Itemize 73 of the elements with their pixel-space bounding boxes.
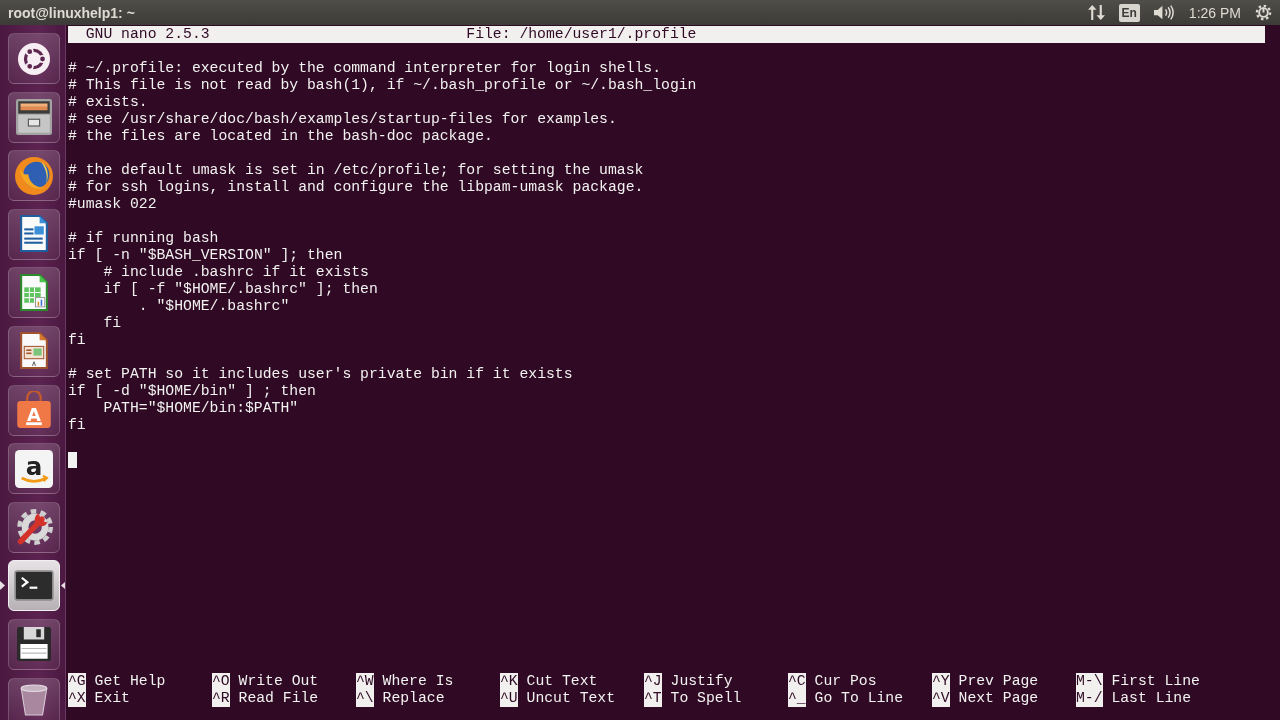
launcher-button[interactable]: a bbox=[8, 443, 60, 495]
shortcut-key: ^C bbox=[788, 673, 806, 690]
code-line: if [ -n "$BASH_VERSION" ]; then bbox=[68, 247, 343, 264]
shortcut-label: Cut Text bbox=[526, 673, 598, 690]
settings-icon[interactable] bbox=[1255, 4, 1272, 21]
code-line: # the default umask is set in /etc/profile; for setting the umask bbox=[68, 162, 644, 179]
code-line: # set PATH so it includes user's private bin if it exists bbox=[68, 366, 573, 383]
shortcut-key: ^K bbox=[500, 673, 518, 690]
text-cursor bbox=[68, 452, 77, 468]
shortcut-label: To Spell bbox=[670, 690, 742, 707]
code-line: if [ -d "$HOME/bin" ] ; then bbox=[68, 383, 316, 400]
up-down-arrows-icon[interactable] bbox=[1087, 5, 1105, 20]
code-line: fi bbox=[103, 315, 122, 332]
code-line: if [ -f "$HOME/.bashrc" ]; then bbox=[103, 281, 378, 298]
window-title: root@linuxhelp1: ~ bbox=[7, 4, 135, 21]
ring-logo-icon bbox=[18, 42, 50, 75]
gear-wrench-icon bbox=[15, 508, 53, 547]
code-line: #umask 022 bbox=[68, 196, 157, 213]
code-line: # include .bashrc if it exists bbox=[103, 264, 369, 281]
shortcut-key: ^R bbox=[212, 690, 230, 707]
shortcut-key: ^Y bbox=[932, 673, 950, 690]
shortcut-label: Prev Page bbox=[958, 673, 1039, 690]
trash-bin-icon bbox=[19, 683, 49, 716]
spreadsheet-icon bbox=[19, 273, 49, 312]
code-line: # for ssh logins, install and configure the libpam-umask package. bbox=[68, 179, 644, 196]
shortcut-key: ^J bbox=[644, 673, 662, 690]
code-line: # if running bash bbox=[68, 230, 219, 247]
keyboard-layout-indicator[interactable]: En bbox=[1118, 3, 1140, 22]
shortcut-label: Get Help bbox=[94, 673, 166, 690]
terminal-icon bbox=[14, 570, 54, 602]
shortcut-key: M-\ bbox=[1076, 673, 1103, 690]
code-line: fi bbox=[68, 332, 86, 349]
shortcut-key: ^\ bbox=[356, 690, 374, 707]
code-line: fi bbox=[68, 417, 86, 434]
shortcut-label: Cur Pos bbox=[814, 673, 877, 690]
shortcut-key: ^O bbox=[212, 673, 230, 690]
launcher-button[interactable] bbox=[8, 560, 60, 612]
shortcut-key: ^V bbox=[932, 690, 950, 707]
fox-globe-icon bbox=[15, 156, 53, 195]
code-line: PATH="$HOME/bin:$PATH" bbox=[103, 400, 299, 417]
shortcut-label: Where Is bbox=[382, 673, 454, 690]
document-icon bbox=[19, 215, 49, 254]
clock[interactable]: 1:26 PM bbox=[1188, 4, 1241, 21]
shortcut-key: ^W bbox=[356, 673, 374, 690]
shortcut-key: M-/ bbox=[1076, 690, 1103, 707]
shortcut-key: ^_ bbox=[788, 690, 806, 707]
letter-a-smile-icon: a bbox=[15, 449, 53, 488]
file-cabinet-icon bbox=[16, 99, 52, 136]
shortcut-label: Exit bbox=[94, 690, 130, 707]
shortcut-label: Go To Line bbox=[814, 690, 904, 707]
shortcut-key: ^U bbox=[500, 690, 518, 707]
shortcut-label: First Line bbox=[1111, 673, 1200, 690]
shortcut-label: Read File bbox=[238, 690, 319, 707]
shortcut-key: ^X bbox=[68, 690, 86, 707]
code-line: # exists. bbox=[68, 94, 148, 111]
code-line: # ~/.profile: executed by the command interpreter for login shells. bbox=[68, 60, 662, 77]
shortcut-label: Write Out bbox=[238, 673, 319, 690]
presentation-icon bbox=[19, 332, 49, 371]
running-indicator-icon bbox=[0, 581, 5, 591]
shortcut-label: Last Line bbox=[1111, 690, 1192, 707]
shortcut-label: Uncut Text bbox=[526, 690, 616, 707]
code-line: # the files are located in the bash-doc package. bbox=[68, 128, 493, 145]
shortcut-label: Next Page bbox=[958, 690, 1039, 707]
shortcut-key: ^G bbox=[68, 673, 86, 690]
volume-icon[interactable] bbox=[1153, 5, 1175, 20]
shortcut-label: Replace bbox=[382, 690, 445, 707]
code-line: # see /usr/share/doc/bash/examples/startup-files for examples. bbox=[68, 111, 617, 128]
code-line: . "$HOME/.bashrc" bbox=[138, 298, 290, 315]
code-line: # This file is not read by bash(1), if ~/.bash_profile or ~/.bash_login bbox=[68, 77, 697, 94]
file-name: File: /home/user1/.profile bbox=[466, 26, 697, 43]
editor-version: GNU nano 2.5.3 bbox=[84, 26, 211, 43]
shortcut-label: Justify bbox=[670, 673, 733, 690]
shortcut-key: ^T bbox=[644, 690, 662, 707]
